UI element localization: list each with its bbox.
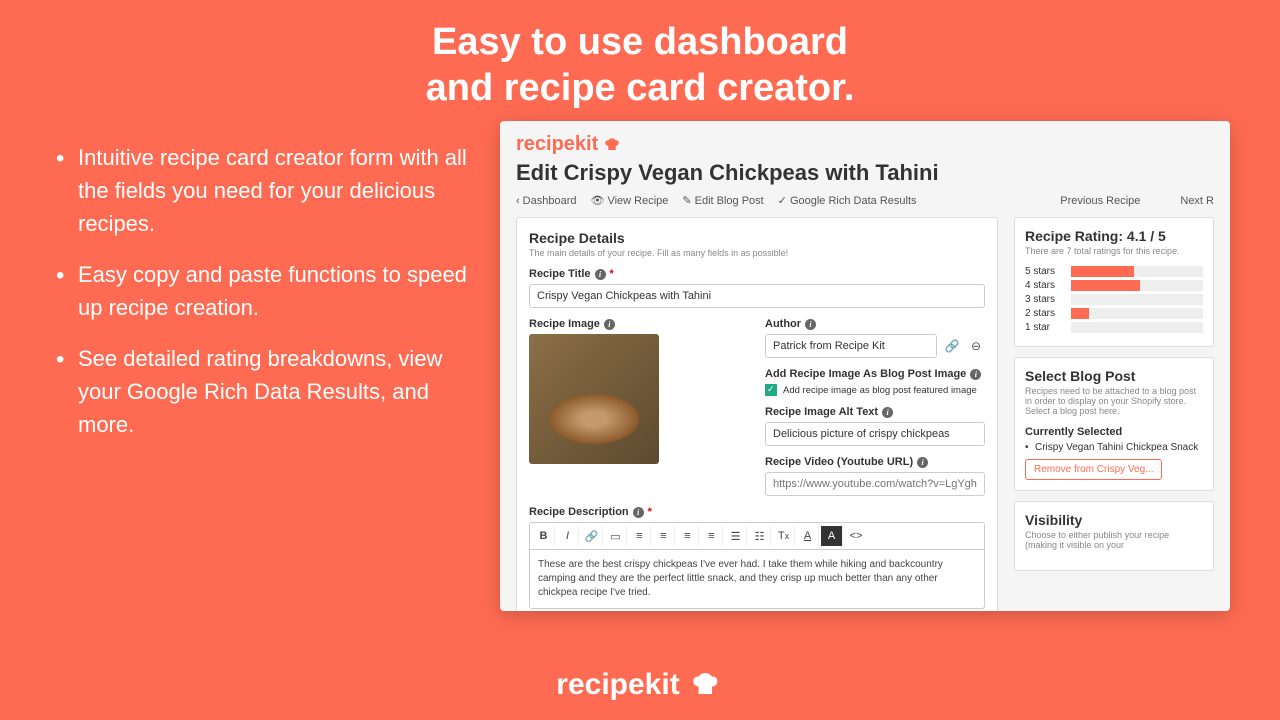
blog-subtext: Recipes need to be attached to a blog po… xyxy=(1025,386,1203,416)
rating-bar-row: 4 stars xyxy=(1025,280,1203,291)
chef-hat-icon xyxy=(602,136,622,154)
info-icon[interactable]: i xyxy=(633,507,644,518)
link-button[interactable]: 🔗 xyxy=(581,526,603,546)
alt-text-label: Recipe Image Alt Text i xyxy=(765,406,985,418)
remove-from-blog-button[interactable]: Remove from Crispy Veg... xyxy=(1025,459,1162,480)
selected-blog-item: Crispy Vegan Tahini Chickpea Snack xyxy=(1025,442,1203,453)
description-label: Recipe Description i * xyxy=(529,506,985,518)
bold-button[interactable]: B xyxy=(533,526,555,546)
info-icon[interactable]: i xyxy=(604,319,615,330)
bg-color-button[interactable]: A xyxy=(821,526,843,546)
page-title: Edit Crispy Vegan Chickpeas with Tahini xyxy=(516,160,1214,186)
info-icon[interactable]: i xyxy=(970,369,981,380)
align-right-button[interactable]: ≡ xyxy=(677,526,699,546)
chef-hat-icon xyxy=(688,670,724,700)
align-center-button[interactable]: ≡ xyxy=(653,526,675,546)
code-button[interactable]: <> xyxy=(845,526,867,546)
recipe-image-label: Recipe Image i xyxy=(529,318,749,330)
visibility-panel: Visibility Choose to either publish your… xyxy=(1014,501,1214,571)
recipe-title-input[interactable] xyxy=(529,284,985,308)
rating-heading: Recipe Rating: 4.1 / 5 xyxy=(1025,228,1203,244)
checkbox-checked-icon[interactable] xyxy=(765,384,777,396)
clear-format-button[interactable]: Tx xyxy=(773,526,795,546)
bullet-item: Easy copy and paste functions to speed u… xyxy=(50,258,470,324)
info-icon[interactable]: i xyxy=(805,319,816,330)
list-ul-button[interactable]: ☰ xyxy=(725,526,747,546)
info-icon[interactable]: i xyxy=(595,269,606,280)
section-heading: Recipe Details xyxy=(529,230,985,246)
feature-bullets: Intuitive recipe card creator form with … xyxy=(50,121,470,611)
add-image-checkbox-row[interactable]: Add recipe image as blog post featured i… xyxy=(765,384,985,396)
description-editor[interactable]: These are the best crispy chickpeas I've… xyxy=(529,549,985,609)
rating-bar-row: 3 stars xyxy=(1025,294,1203,305)
hero-heading: Easy to use dashboardand recipe card cre… xyxy=(0,0,1280,121)
info-icon[interactable]: i xyxy=(917,457,928,468)
list-ol-button[interactable]: ☷ xyxy=(749,526,771,546)
recipe-details-panel: Recipe Details The main details of your … xyxy=(516,217,998,611)
font-color-button[interactable]: A xyxy=(797,526,819,546)
author-label: Author i xyxy=(765,318,985,330)
currently-selected-label: Currently Selected xyxy=(1025,426,1203,438)
image-button[interactable]: ▭ xyxy=(605,526,627,546)
rating-bar-row: 1 star xyxy=(1025,322,1203,333)
nav-edit-post[interactable]: ✎ Edit Blog Post xyxy=(682,194,763,207)
app-screenshot: recipekit Edit Crispy Vegan Chickpeas wi… xyxy=(500,121,1230,611)
link-icon[interactable]: 🔗 xyxy=(943,337,961,355)
footer-logo: recipekit xyxy=(556,668,723,702)
nav-google-results[interactable]: ✓ Google Rich Data Results xyxy=(778,194,917,207)
recipe-title-label: Recipe Title i * xyxy=(529,268,985,280)
italic-button[interactable]: I xyxy=(557,526,579,546)
recipe-image-preview[interactable] xyxy=(529,334,659,464)
app-logo: recipekit xyxy=(516,133,1214,156)
add-image-label: Add Recipe Image As Blog Post Image i xyxy=(765,368,985,380)
rating-bar-row: 2 stars xyxy=(1025,308,1203,319)
info-icon[interactable]: i xyxy=(882,407,893,418)
visibility-heading: Visibility xyxy=(1025,512,1203,528)
rating-panel: Recipe Rating: 4.1 / 5 There are 7 total… xyxy=(1014,217,1214,347)
blog-heading: Select Blog Post xyxy=(1025,368,1203,384)
clear-icon[interactable]: ⊖ xyxy=(967,337,985,355)
editor-toolbar: B I 🔗 ▭ ≡ ≡ ≡ ≡ ☰ ☷ Tx A A <> xyxy=(529,522,985,549)
bullet-item: See detailed rating breakdowns, view you… xyxy=(50,342,470,441)
video-url-label: Recipe Video (Youtube URL) i xyxy=(765,456,985,468)
alt-text-input[interactable] xyxy=(765,422,985,446)
nav-next-recipe[interactable]: Next R xyxy=(1180,195,1214,207)
align-left-button[interactable]: ≡ xyxy=(629,526,651,546)
rating-subtext: There are 7 total ratings for this recip… xyxy=(1025,246,1203,256)
align-justify-button[interactable]: ≡ xyxy=(701,526,723,546)
bullet-item: Intuitive recipe card creator form with … xyxy=(50,141,470,240)
visibility-subtext: Choose to either publish your recipe (ma… xyxy=(1025,530,1203,550)
blog-post-panel: Select Blog Post Recipes need to be atta… xyxy=(1014,357,1214,491)
section-subtext: The main details of your recipe. Fill as… xyxy=(529,248,985,258)
nav-previous-recipe[interactable]: Previous Recipe xyxy=(1060,195,1140,207)
nav-dashboard[interactable]: ‹ Dashboard xyxy=(516,195,577,207)
nav-view-recipe[interactable]: 👁 View Recipe xyxy=(591,194,669,207)
video-url-input[interactable] xyxy=(765,472,985,496)
author-input[interactable] xyxy=(765,334,937,358)
rating-bar-row: 5 stars xyxy=(1025,266,1203,277)
breadcrumb-nav: ‹ Dashboard 👁 View Recipe ✎ Edit Blog Po… xyxy=(516,194,1214,207)
